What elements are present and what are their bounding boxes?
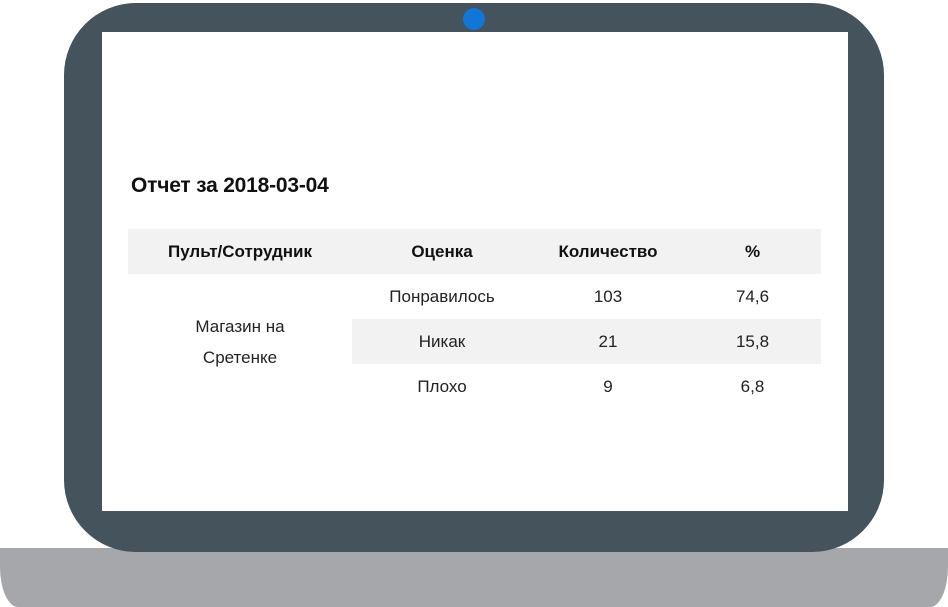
group-cell-store: Магазин на Сретенке [128, 274, 352, 409]
laptop-base [0, 548, 948, 607]
column-header-percent: % [684, 229, 821, 274]
cell-percent: 15,8 [684, 319, 821, 364]
cell-count: 9 [603, 376, 613, 396]
group-label-line2: Сретенке [202, 347, 278, 367]
cell-count: 21 [532, 319, 684, 364]
group-label-line1: Магазин на [195, 316, 285, 336]
cell-rating: Понравилось [389, 286, 495, 306]
column-header-count: Количество [532, 229, 684, 274]
table-row: Магазин на Сретенке Понравилось 103 74,6 [128, 274, 821, 409]
cell-rating: Плохо [417, 376, 467, 396]
table-header-row: Пульт/Сотрудник Оценка Количество % [128, 229, 821, 274]
report-title: Отчет за 2018-03-04 [131, 174, 329, 197]
column-header-rating: Оценка [352, 229, 532, 274]
cell-rating: Никак [352, 319, 532, 364]
cell-percent: 6,8 [740, 376, 765, 396]
webcam-icon [463, 8, 485, 30]
cell-count: 103 [593, 286, 623, 306]
column-header-operator: Пульт/Сотрудник [128, 229, 352, 274]
cell-percent: 74,6 [735, 286, 770, 306]
report-table: Пульт/Сотрудник Оценка Количество % Мага… [128, 229, 821, 409]
laptop-screen: Отчет за 2018-03-04 Пульт/Сотрудник Оцен… [102, 32, 848, 511]
laptop-illustration: Отчет за 2018-03-04 Пульт/Сотрудник Оцен… [0, 0, 948, 607]
